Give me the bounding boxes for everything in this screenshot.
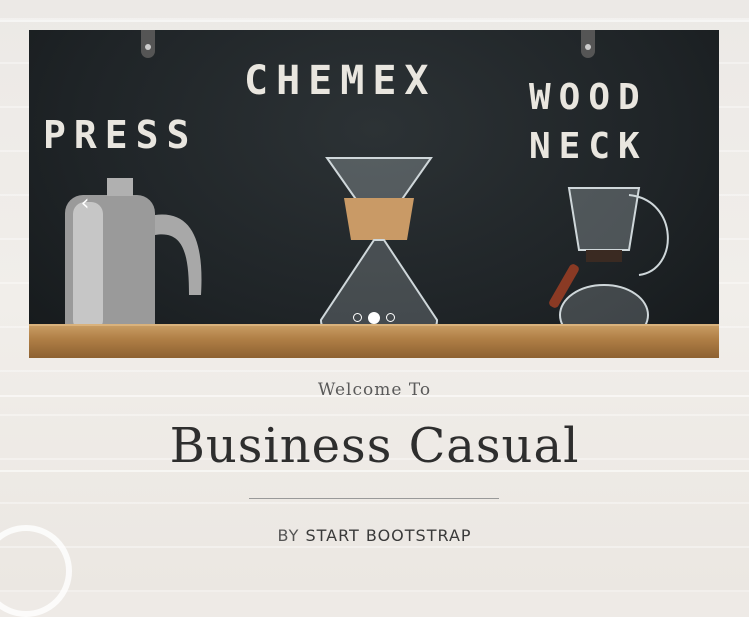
site-title: Business Casual (169, 418, 580, 474)
carousel-indicator-2[interactable] (368, 312, 380, 324)
coffee-brewers-illustration (65, 157, 669, 346)
carousel-indicator-3[interactable] (386, 313, 395, 322)
byline: BY START BOOTSTRAP (0, 526, 749, 545)
brick-line (0, 20, 749, 22)
chevron-left-icon: ‹ (80, 191, 90, 216)
byline-author: START BOOTSTRAP (305, 526, 472, 545)
wooden-shelf (29, 324, 719, 358)
welcome-text: Welcome To (317, 380, 432, 400)
carousel-indicators (29, 312, 719, 324)
byline-prefix: BY (277, 526, 300, 545)
title-divider (249, 498, 499, 499)
carousel-indicator-1[interactable] (353, 313, 362, 322)
hero-carousel[interactable]: CHEMEX PRESS WOOD NECK ‹ (29, 30, 719, 358)
carousel-prev-button[interactable]: ‹ (75, 190, 95, 218)
